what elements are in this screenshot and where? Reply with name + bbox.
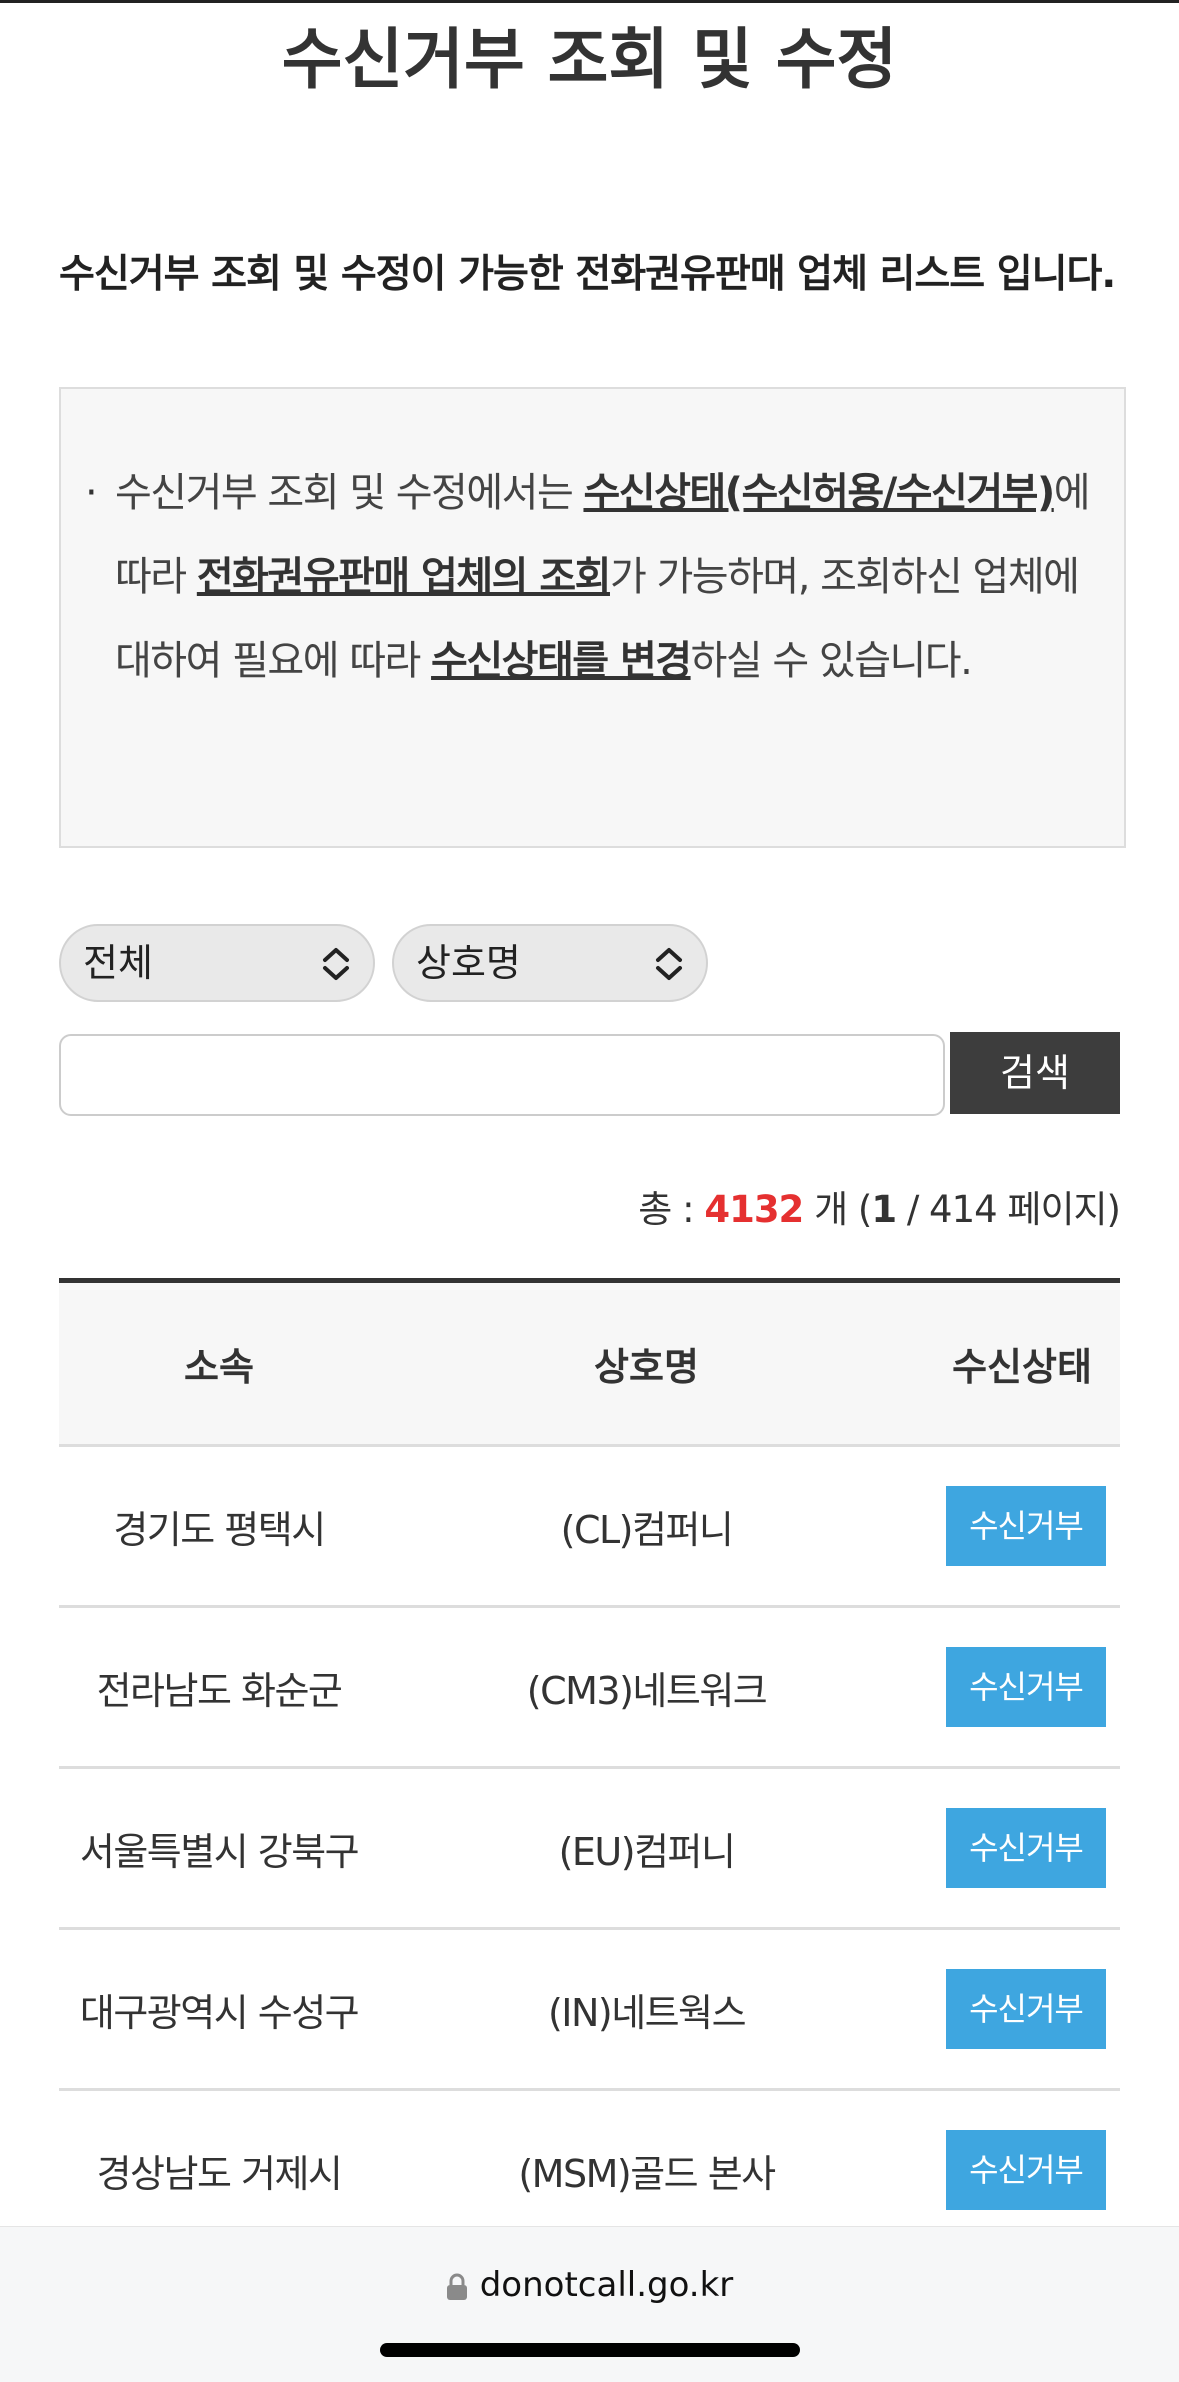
region-select-value: 전체	[83, 941, 153, 985]
chevron-updown-icon	[323, 948, 349, 980]
browser-address-bar: donotcall.go.kr	[0, 2226, 1179, 2382]
status-button[interactable]: 수신거부	[946, 1969, 1106, 2049]
header-region: 소속	[184, 1345, 254, 1389]
notice-text-4: 하실 수 있습니다.	[690, 638, 973, 684]
url-text: donotcall.go.kr	[479, 2265, 734, 2305]
page-title: 수신거부 조회 및 수정	[281, 21, 898, 98]
notice-bullet: ·	[85, 470, 98, 516]
count-current-page: 1	[871, 1188, 897, 1231]
table-row: 서울특별시 강북구 (EU)컴퍼니 수신거부	[59, 1769, 1120, 1930]
region-select[interactable]: 전체	[59, 924, 375, 1002]
page-subtitle: 수신거부 조회 및 수정이 가능한 전화권유판매 업체 리스트 입니다.	[59, 252, 1116, 297]
search-input[interactable]	[59, 1034, 945, 1116]
row-region: 서울특별시 강북구	[79, 1829, 360, 1874]
row-name: (CL)컴퍼니	[560, 1507, 734, 1552]
table-row: 경기도 평택시 (CL)컴퍼니 수신거부	[59, 1447, 1120, 1608]
field-select[interactable]: 상호명	[392, 924, 708, 1002]
top-divider	[0, 0, 1179, 3]
address-url[interactable]: donotcall.go.kr	[0, 2255, 1179, 2315]
count-mid: 개 (	[803, 1188, 872, 1231]
notice-strong-3: 수신상태를 변경	[431, 638, 692, 684]
status-button[interactable]: 수신거부	[946, 1808, 1106, 1888]
notice-strong-2: 전화권유판매 업체의 조회	[196, 554, 612, 600]
notice-text: 수신거부 조회 및 수정에서는 수신상태(수신허용/수신거부)에 따라 전화권유…	[115, 451, 1096, 703]
table-row: 전라남도 화순군 (CM3)네트워크 수신거부	[59, 1608, 1120, 1769]
table-row: 대구광역시 수성구 (IN)네트웍스 수신거부	[59, 1930, 1120, 2091]
table-header: 소속 상호명 수신상태	[59, 1283, 1120, 1447]
page: 수신거부 조회 및 수정 수신거부 조회 및 수정이 가능한 전화권유판매 업체…	[0, 0, 1179, 2382]
home-indicator[interactable]	[380, 2343, 800, 2357]
row-name: (EU)컴퍼니	[558, 1829, 736, 1874]
company-table: 소속 상호명 수신상태 경기도 평택시 (CL)컴퍼니 수신거부 전라남도 화순…	[59, 1278, 1120, 2252]
field-select-value: 상호명	[416, 941, 521, 985]
row-name: (IN)네트웍스	[547, 1990, 747, 2035]
status-button[interactable]: 수신거부	[946, 1486, 1106, 1566]
notice-text-1: 수신거부 조회 및 수정에서는	[115, 470, 584, 516]
count-total: 4132	[704, 1188, 804, 1231]
status-button[interactable]: 수신거부	[946, 2130, 1106, 2210]
header-name: 상호명	[594, 1345, 699, 1389]
chevron-updown-icon	[656, 948, 682, 980]
row-region: 전라남도 화순군	[96, 1668, 343, 1713]
lock-icon	[446, 2273, 467, 2300]
row-region: 경기도 평택시	[113, 1507, 326, 1552]
status-button[interactable]: 수신거부	[946, 1647, 1106, 1727]
header-status: 수신상태	[952, 1345, 1092, 1389]
row-region: 경상남도 거제시	[96, 2151, 343, 2196]
count-prefix: 총 :	[638, 1188, 705, 1231]
row-region: 대구광역시 수성구	[79, 1990, 360, 2035]
notice-box: · 수신거부 조회 및 수정에서는 수신상태(수신허용/수신거부)에 따라 전화…	[59, 387, 1126, 848]
row-name: (CM3)네트워크	[526, 1668, 768, 1713]
row-name: (MSM)골드 본사	[518, 2151, 776, 2196]
count-suffix: / 414 페이지)	[896, 1188, 1121, 1231]
search-button[interactable]: 검색	[950, 1032, 1120, 1114]
result-count: 총 : 4132 개 (1 / 414 페이지)	[638, 1180, 1121, 1240]
notice-strong-1: 수신상태(수신허용/수신거부)	[583, 470, 1055, 516]
